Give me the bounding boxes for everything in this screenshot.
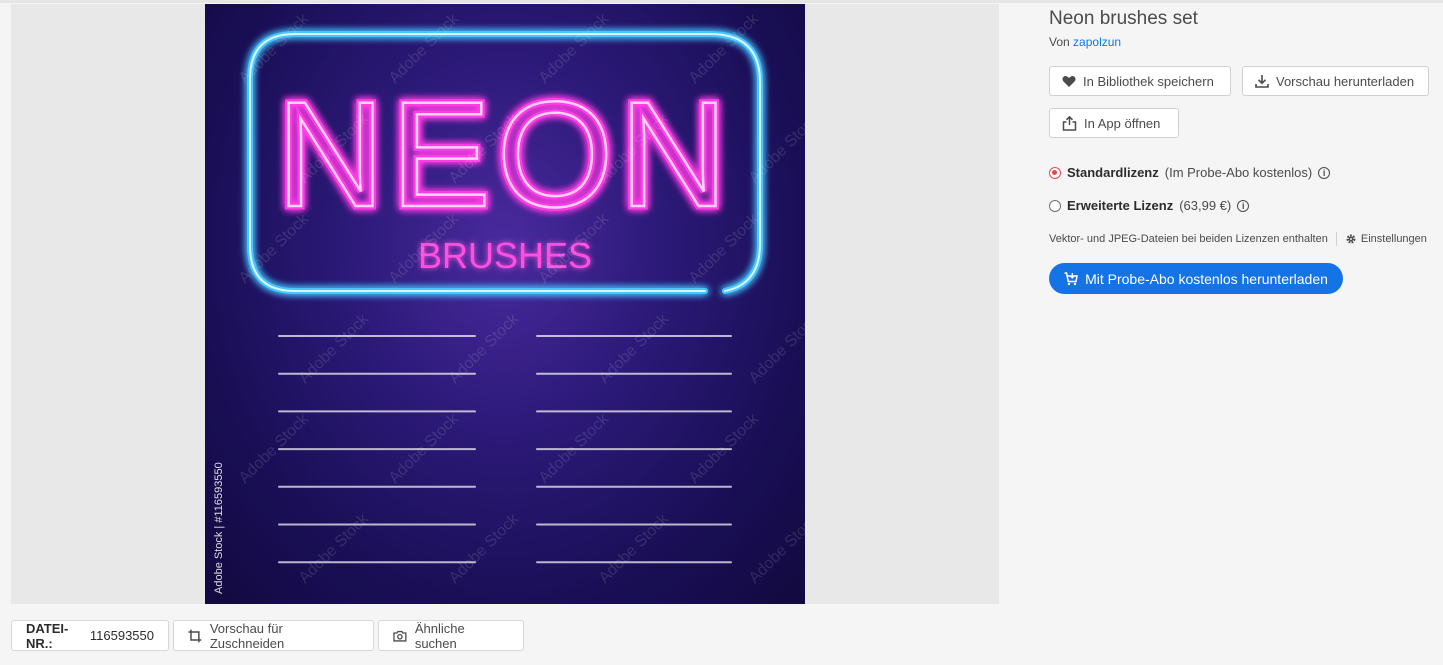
download-preview-label: Vorschau herunterladen xyxy=(1276,73,1415,89)
asset-title: Neon brushes set xyxy=(1049,8,1198,29)
crop-icon xyxy=(188,629,202,642)
info-icon[interactable]: i xyxy=(1318,166,1331,179)
included-files-text: Vektor- und JPEG-Dateien bei beiden Lize… xyxy=(1049,233,1328,245)
heart-icon xyxy=(1062,75,1076,87)
file-number-value: 116593550 xyxy=(89,628,154,643)
download-preview-button[interactable]: Vorschau herunterladen xyxy=(1242,66,1429,96)
watermark-text: Adobe Stock xyxy=(746,110,805,187)
by-prefix: Von xyxy=(1049,35,1070,49)
share-icon xyxy=(1062,115,1077,131)
asset-preview-image[interactable]: NEON NEON BRUSHES Adobe Stock Adobe Stock… xyxy=(205,4,805,604)
cart-icon xyxy=(1064,271,1078,285)
standard-license-option[interactable]: Standardlizenz (Im Probe-Abo kostenlos) … xyxy=(1049,165,1331,180)
author-link[interactable]: zapolzun xyxy=(1073,35,1121,49)
settings-label: Einstellungen xyxy=(1360,233,1427,245)
info-icon[interactable]: i xyxy=(1237,199,1250,212)
camera-icon xyxy=(393,630,407,642)
save-library-label: In Bibliothek speichern xyxy=(1083,73,1214,89)
watermark-text: Adobe Stock xyxy=(446,310,523,387)
find-similar-label: Ähnliche suchen xyxy=(414,620,465,651)
open-in-app-label: In App öffnen xyxy=(1084,115,1161,131)
download-trial-label: Mit Probe-Abo kostenlos herunterladen xyxy=(1085,270,1328,287)
find-similar-button[interactable]: Ähnliche suchen xyxy=(378,620,524,651)
settings-link[interactable]: Einstellungen xyxy=(1345,233,1427,245)
vertical-file-id: Adobe Stock | #116593550 xyxy=(213,462,225,594)
download-icon xyxy=(1255,75,1269,88)
extended-license-label: Erweiterte Lizenz xyxy=(1067,198,1174,213)
neon-word-core: NEON xyxy=(276,70,733,238)
file-info: Vektor- und JPEG-Dateien bei beiden Lize… xyxy=(1049,232,1427,246)
extended-license-radio[interactable] xyxy=(1049,199,1061,212)
author-line: Von zapolzun xyxy=(1049,35,1121,49)
watermark-text: Adobe Stock xyxy=(746,310,805,387)
file-number: DATEI-NR.: 116593550 xyxy=(11,620,169,651)
file-number-label: DATEI-NR.: xyxy=(26,620,69,651)
crop-preview-label: Vorschau für Zuschneiden xyxy=(209,620,285,651)
neon-artwork: NEON NEON BRUSHES Adobe Stock Adobe Stock… xyxy=(236,10,805,587)
extended-license-note: (63,99 €) xyxy=(1179,198,1232,213)
crop-preview-button[interactable]: Vorschau für Zuschneiden xyxy=(173,620,374,651)
standard-license-note: (Im Probe-Abo kostenlos) xyxy=(1164,165,1313,180)
top-divider xyxy=(0,0,1443,3)
extended-license-option[interactable]: Erweiterte Lizenz (63,99 €) i xyxy=(1049,198,1250,213)
gear-icon xyxy=(1346,234,1356,244)
watermark-text: Adobe Stock xyxy=(746,510,805,587)
standard-license-label: Standardlizenz xyxy=(1067,165,1159,180)
divider xyxy=(1335,232,1337,246)
download-trial-button[interactable]: Mit Probe-Abo kostenlos herunterladen xyxy=(1049,263,1343,294)
open-in-app-button[interactable]: In App öffnen xyxy=(1049,108,1179,138)
save-library-button[interactable]: In Bibliothek speichern xyxy=(1049,66,1231,96)
standard-license-radio[interactable] xyxy=(1049,166,1061,179)
